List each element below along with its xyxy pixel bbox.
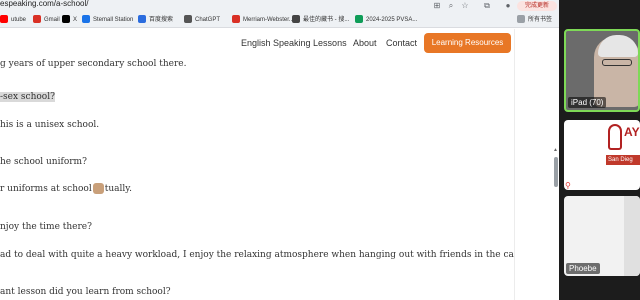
- nav-english-speaking-lessons[interactable]: English Speaking Lessons: [241, 38, 347, 48]
- x-icon: [62, 15, 70, 24]
- extensions-icon[interactable]: ⧉: [482, 1, 492, 11]
- participant-hair: [598, 35, 638, 57]
- text-line: ad to deal with quite a heavy workload, …: [0, 250, 514, 260]
- site-nav: English Speaking Lessons About Contact L…: [0, 29, 514, 59]
- stemall-icon: [82, 15, 90, 24]
- star-icon[interactable]: ☆: [460, 1, 470, 11]
- baidu-icon: [138, 15, 146, 24]
- text-line: r uniforms at school tually.: [0, 183, 132, 194]
- scroll-up-icon[interactable]: ▲: [553, 147, 558, 153]
- nav-about[interactable]: About: [353, 38, 377, 48]
- text-fragment: tually.: [104, 184, 133, 194]
- bookmark-x[interactable]: X: [62, 15, 77, 25]
- emoji-sticker-icon: [92, 183, 104, 194]
- participant-name: iPad (70): [568, 97, 607, 108]
- bookmark-stemall[interactable]: Stemall Station: [82, 15, 133, 25]
- muted-mic-icon: ⚲: [565, 181, 571, 190]
- sheets-icon: [355, 15, 363, 24]
- bookmark-gmail[interactable]: Gmail: [33, 15, 60, 25]
- bookmark-chatgpt[interactable]: ChatGPT: [184, 15, 220, 25]
- text-line: g years of upper secondary school there.: [0, 59, 187, 69]
- all-bookmarks[interactable]: 所有书签: [517, 15, 552, 25]
- bookmark-baidu[interactable]: 百度搜索: [138, 15, 173, 25]
- url-text[interactable]: espeaking.com/a-school/: [0, 0, 89, 8]
- scrollbar-track[interactable]: ▲: [514, 29, 559, 300]
- lightbulb-logo-icon: [608, 124, 622, 150]
- participant-video: [624, 196, 640, 276]
- participant-tile-ipad[interactable]: iPad (70): [564, 29, 640, 112]
- highlighted-question: -sex school?: [0, 92, 55, 102]
- logo-bar: San Dieg: [606, 155, 640, 165]
- address-bar[interactable]: espeaking.com/a-school/ ⊞ ⌕ ☆ ⧉ ● 完成更新: [0, 0, 559, 12]
- folder-icon: [517, 15, 525, 24]
- browser-window: espeaking.com/a-school/ ⊞ ⌕ ☆ ⧉ ● 完成更新 u…: [0, 0, 559, 300]
- question-line: njoy the time there?: [0, 222, 92, 232]
- gmail-icon: [33, 15, 41, 24]
- nav-contact[interactable]: Contact: [386, 38, 417, 48]
- participant-tile-aylus[interactable]: AYL San Dieg: [564, 120, 640, 190]
- profile-icon[interactable]: ●: [503, 1, 513, 11]
- text-fragment: r uniforms at school: [0, 184, 92, 194]
- book-icon: [292, 15, 300, 24]
- merriam-webster-icon: [232, 15, 240, 24]
- scrollbar-thumb[interactable]: [554, 157, 558, 187]
- question-line: ant lesson did you learn from school?: [0, 287, 171, 297]
- question-line: he school uniform?: [0, 157, 87, 167]
- article-content: g years of upper secondary school there.…: [0, 59, 514, 300]
- bookmarks-bar: utube Gmail X Stemall Station 百度搜索 ChatG…: [0, 12, 559, 28]
- bookmark-merriam-webster[interactable]: Merriam-Webster...: [232, 15, 294, 25]
- video-call-panel: iPad (70) AYL San Dieg Phoebe: [559, 0, 640, 300]
- bookmark-books[interactable]: 最佳的藏书 - 搜...: [292, 15, 349, 25]
- youtube-icon: [0, 15, 8, 24]
- logo-text: AYL: [624, 125, 640, 139]
- participant-tile-phoebe[interactable]: Phoebe: [564, 196, 640, 276]
- bookmark-youtube[interactable]: utube: [0, 15, 26, 25]
- learning-resources-button[interactable]: Learning Resources: [424, 33, 511, 53]
- web-page: English Speaking Lessons About Contact L…: [0, 29, 559, 300]
- glasses-shape: [602, 59, 632, 66]
- update-button[interactable]: 完成更新: [517, 1, 557, 11]
- bookmark-pvsa[interactable]: 2024-2025 PVSA...: [355, 15, 417, 25]
- chatgpt-icon: [184, 15, 192, 24]
- translate-icon[interactable]: ⊞: [432, 1, 442, 11]
- search-icon[interactable]: ⌕: [446, 1, 456, 11]
- text-line: his is a unisex school.: [0, 120, 100, 130]
- participant-name: Phoebe: [566, 263, 600, 274]
- participant-name-aylus: ⚲ AYLUS San Di: [565, 181, 625, 190]
